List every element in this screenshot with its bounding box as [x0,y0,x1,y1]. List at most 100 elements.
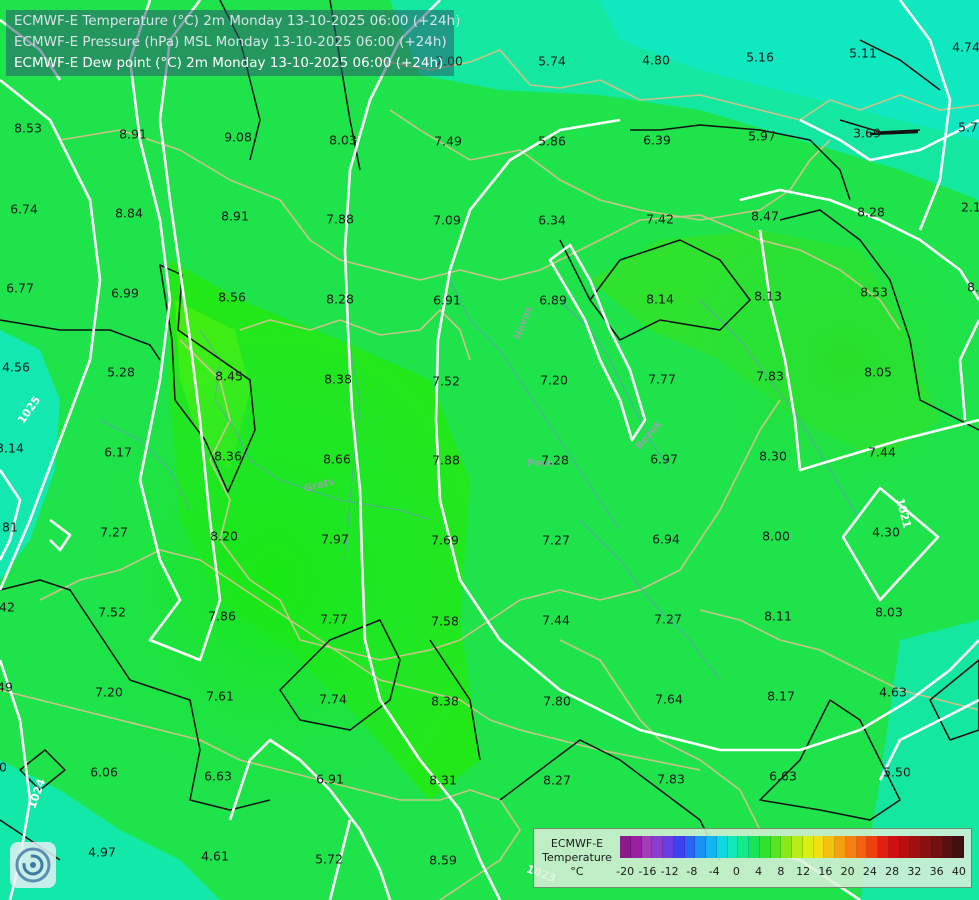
dewpoint-value: 4.30 [872,525,900,540]
legend-swatch [910,836,921,858]
dewpoint-value: 8.47 [751,209,779,224]
legend-swatch [921,836,932,858]
dewpoint-value: 4.97 [88,845,116,860]
dewpoint-value: 6.34 [538,213,566,228]
dewpoint-value: 7.49 [434,134,462,149]
dewpoint-value: 8. [967,280,979,295]
legend-tick-label: 36 [929,865,944,878]
title-pressure: ECMWF-E Pressure (hPa) MSL Monday 13-10-… [14,34,447,50]
legend-tick-label: -20 [616,865,635,878]
dewpoint-value: 8.59 [429,853,457,868]
dewpoint-value: 8.30 [759,449,787,464]
dewpoint-value: 6.94 [652,532,680,547]
dewpoint-value: 5.72 [315,852,343,867]
legend-tick-label: 32 [907,865,922,878]
dewpoint-value: 8.17 [767,689,795,704]
legend-swatch [781,836,792,858]
dewpoint-value: 8.13 [754,289,782,304]
dewpoint-value: 4.63 [879,685,907,700]
legend-tick-label: -16 [638,865,657,878]
dewpoint-value: 7.42 [646,212,674,227]
legend-swatch [942,836,954,858]
dewpoint-value: 7.69 [431,533,459,548]
dewpoint-value: 8.00 [762,529,790,544]
color-legend: ECMWF-E Temperature °C -20 -16 -12 -8 -4 0 4 8 1… [533,828,972,888]
dewpoint-value: 6.63 [204,769,232,784]
dewpoint-value: 7.88 [432,453,460,468]
dewpoint-value: 6.06 [90,765,118,780]
dewpoint-value: 7.74 [319,692,347,707]
legend-tick-label: 8 [777,865,785,878]
dewpoint-value: 7.80 [543,694,571,709]
dewpoint-value: 8.20 [210,529,238,544]
dewpoint-value: 6.97 [650,452,678,467]
legend-swatch [684,836,696,858]
legend-swatch [824,836,835,858]
legend-swatch [813,836,825,858]
dewpoint-value: 8.03 [875,605,903,620]
dewpoint-value: 6.17 [104,445,132,460]
dewpoint-value: 42 [0,600,15,615]
dewpoint-value: 8.28 [857,205,885,220]
dewpoint-value: 3.14 [0,441,24,456]
dewpoint-value: 8.38 [431,694,459,709]
legend-swatch [856,836,868,858]
dewpoint-value: 6.74 [10,202,38,217]
legend-tick-label: -4 [708,865,720,878]
legend-swatch [931,836,943,858]
logo [10,842,56,888]
legend-swatch [759,836,771,858]
swirl-logo-icon [15,847,51,883]
legend-title-line: Temperature [542,851,612,864]
dewpoint-value: 7.77 [648,372,676,387]
dewpoint-value: 8.38 [324,372,352,387]
dewpoint-value: 7.44 [542,613,570,628]
dewpoint-value: 5.16 [746,50,774,65]
dewpoint-value: 6.99 [111,286,139,301]
dewpoint-value: 8.14 [646,292,674,307]
legend-tick-label: -8 [686,865,698,878]
legend-swatch [878,836,889,858]
title-dewpoint: ECMWF-E Dew point (°C) 2m Monday 13-10-2… [14,55,444,71]
dewpoint-value: 6.39 [643,133,671,148]
dewpoint-value: 4.56 [2,360,30,375]
dewpoint-value: 7.64 [655,692,683,707]
legend-title: ECMWF-E Temperature °C [534,837,620,879]
dewpoint-value: 2.1 [961,200,979,215]
legend-swatch [641,836,653,858]
legend-ticks: -20 -16 -12 -8 -4 0 4 8 12 16 20 24 28 32 36 40 [616,865,966,879]
dewpoint-value: 5.7 [958,120,978,135]
dewpoint-value: 9.08 [224,130,252,145]
legend-color-bar [620,836,964,858]
dewpoint-value: 4.61 [201,849,229,864]
dewpoint-value: 7.58 [431,614,459,629]
dewpoint-value: 7.61 [206,689,234,704]
dewpoint-value: 7.27 [100,525,128,540]
dewpoint-value: 0 [0,760,7,775]
dewpoint-value: 8.31 [429,773,457,788]
dewpoint-value: 5.11 [849,46,877,61]
legend-swatch [620,836,631,858]
dewpoint-value: 7.86 [208,609,236,624]
dewpoint-value: 7.52 [98,605,126,620]
legend-swatch [792,836,803,858]
warm-glow [100,250,600,850]
legend-swatch [727,836,739,858]
legend-tick-label: 20 [840,865,855,878]
legend-tick-label: 24 [862,865,877,878]
legend-swatch [738,836,749,858]
legend-tick-label: 16 [818,865,833,878]
legend-swatch [749,836,760,858]
dewpoint-value: 7.52 [432,374,460,389]
legend-swatch [630,836,642,858]
title-temperature: ECMWF-E Temperature (°C) 2m Monday 13-10… [14,13,461,29]
dewpoint-value: 7.09 [433,213,461,228]
dewpoint-value: 4.74 [952,40,979,55]
dewpoint-value: 7.27 [542,533,570,548]
dewpoint-value: 8.28 [326,292,354,307]
dewpoint-value: 7.27 [654,612,682,627]
legend-swatch [835,836,846,858]
dewpoint-value: 8.03 [329,133,357,148]
legend-swatch [706,836,717,858]
legend-swatch [770,836,782,858]
